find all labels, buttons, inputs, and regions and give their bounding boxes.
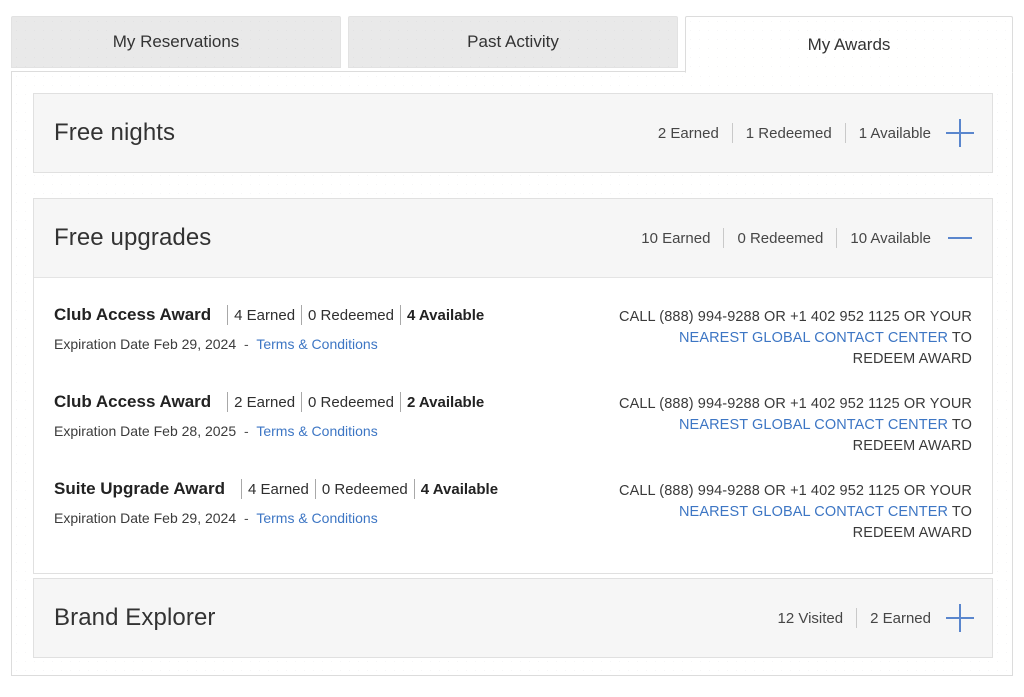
award-separator <box>240 479 242 499</box>
awards-panel: Free nights 2 Earned 1 Redeemed 1 Availa… <box>11 71 1013 676</box>
stat-available: 10 Available <box>850 229 931 247</box>
award-details: Club Access Award 4 Earned 0 Redeemed 4 … <box>54 305 614 352</box>
award-title-line: Club Access Award 2 Earned 0 Redeemed 2 … <box>54 392 614 412</box>
stat-available: 1 Available <box>858 124 931 142</box>
section-free-upgrades: Free upgrades 10 Earned 0 Redeemed 10 Av… <box>33 198 993 574</box>
award-earned: 4 Earned <box>234 307 296 324</box>
section-stats: 10 Earned 0 Redeemed 10 Available <box>628 224 974 252</box>
section-brand-explorer: Brand Explorer 12 Visited 2 Earned <box>33 578 993 658</box>
terms-and-conditions-link[interactable]: Terms & Conditions <box>256 510 377 526</box>
award-separator <box>399 392 401 412</box>
plus-icon[interactable] <box>946 604 974 632</box>
award-separator <box>301 392 303 412</box>
award-name: Suite Upgrade Award <box>54 479 225 498</box>
award-available: 2 Available <box>406 394 485 411</box>
plus-icon[interactable] <box>946 119 974 147</box>
tab-my-awards[interactable]: My Awards <box>685 16 1013 73</box>
stat-redeemed: 1 Redeemed <box>745 124 832 142</box>
expiration-dash: - <box>244 423 249 439</box>
global-contact-center-link[interactable]: NEAREST GLOBAL CONTACT CENTER <box>679 504 948 520</box>
award-separator <box>301 305 303 325</box>
terms-and-conditions-link[interactable]: Terms & Conditions <box>256 423 377 439</box>
award-redeemed: 0 Redeemed <box>308 307 394 324</box>
section-header-free-upgrades[interactable]: Free upgrades 10 Earned 0 Redeemed 10 Av… <box>34 199 992 277</box>
redeem-instructions: CALL (888) 994-9288 OR +1 402 952 1125 O… <box>614 392 972 457</box>
table-row: Club Access Award 4 Earned 0 Redeemed 4 … <box>34 294 992 381</box>
my-awards-page: My Reservations Past Activity My Awards … <box>0 0 1024 697</box>
section-stats: 2 Earned 1 Redeemed 1 Available <box>645 119 974 147</box>
award-separator <box>227 305 229 325</box>
section-stats: 12 Visited 2 Earned <box>765 604 974 632</box>
section-header-brand-explorer[interactable]: Brand Explorer 12 Visited 2 Earned <box>34 579 992 657</box>
award-earned: 4 Earned <box>247 481 309 498</box>
redeem-instructions: CALL (888) 994-9288 OR +1 402 952 1125 O… <box>614 305 972 370</box>
tab-label: My Reservations <box>112 32 240 51</box>
terms-and-conditions-link[interactable]: Terms & Conditions <box>256 336 377 352</box>
global-contact-center-link[interactable]: NEAREST GLOBAL CONTACT CENTER <box>679 417 948 433</box>
tab-bar: My Reservations Past Activity My Awards <box>11 16 1013 73</box>
section-free-nights: Free nights 2 Earned 1 Redeemed 1 Availa… <box>33 93 993 173</box>
minus-icon[interactable] <box>946 224 974 252</box>
section-title: Free upgrades <box>54 224 212 251</box>
table-row: Suite Upgrade Award 4 Earned 0 Redeemed … <box>34 468 992 555</box>
award-separator <box>399 305 401 325</box>
redeem-text-before: CALL (888) 994-9288 OR +1 402 952 1125 O… <box>619 309 972 325</box>
section-header-free-nights[interactable]: Free nights 2 Earned 1 Redeemed 1 Availa… <box>34 94 992 172</box>
award-title-line: Suite Upgrade Award 4 Earned 0 Redeemed … <box>54 479 614 499</box>
award-name: Club Access Award <box>54 392 212 411</box>
award-expiration-line: Expiration Date Feb 28, 2025 - Terms & C… <box>54 423 614 439</box>
tab-my-reservations[interactable]: My Reservations <box>11 16 341 68</box>
tab-label: My Awards <box>807 34 891 54</box>
award-available: 4 Available <box>420 481 499 498</box>
award-details: Suite Upgrade Award 4 Earned 0 Redeemed … <box>54 479 614 526</box>
expiration-dash: - <box>244 510 249 526</box>
award-separator <box>314 479 316 499</box>
redeem-text-before: CALL (888) 994-9288 OR +1 402 952 1125 O… <box>619 483 972 499</box>
table-row: Club Access Award 2 Earned 0 Redeemed 2 … <box>34 381 992 468</box>
award-expiration-date: Expiration Date Feb 28, 2025 <box>54 423 237 439</box>
award-redeemed: 0 Redeemed <box>321 481 408 498</box>
award-title-line: Club Access Award 4 Earned 0 Redeemed 4 … <box>54 305 614 325</box>
stat-earned: 2 Earned <box>657 124 719 142</box>
award-separator <box>413 479 415 499</box>
tab-past-activity[interactable]: Past Activity <box>348 16 678 68</box>
award-available: 4 Available <box>406 307 485 324</box>
award-expiration-line: Expiration Date Feb 29, 2024 - Terms & C… <box>54 510 614 526</box>
tab-label: Past Activity <box>467 32 559 51</box>
award-details: Club Access Award 2 Earned 0 Redeemed 2 … <box>54 392 614 439</box>
redeem-instructions: CALL (888) 994-9288 OR +1 402 952 1125 O… <box>614 479 972 544</box>
award-expiration-line: Expiration Date Feb 29, 2024 - Terms & C… <box>54 336 614 352</box>
award-earned: 2 Earned <box>234 394 296 411</box>
global-contact-center-link[interactable]: NEAREST GLOBAL CONTACT CENTER <box>679 330 948 346</box>
stat-earned: 2 Earned <box>870 609 931 627</box>
award-expiration-date: Expiration Date Feb 29, 2024 <box>54 336 237 352</box>
award-expiration-date: Expiration Date Feb 29, 2024 <box>54 510 237 526</box>
stat-redeemed: 0 Redeemed <box>737 229 824 247</box>
expiration-dash: - <box>244 336 249 352</box>
redeem-text-before: CALL (888) 994-9288 OR +1 402 952 1125 O… <box>619 396 972 412</box>
award-name: Club Access Award <box>54 305 212 324</box>
section-title: Brand Explorer <box>54 604 216 631</box>
award-separator <box>227 392 229 412</box>
award-list: Club Access Award 4 Earned 0 Redeemed 4 … <box>34 277 992 573</box>
stat-visited: 12 Visited <box>777 609 844 627</box>
section-title: Free nights <box>54 119 176 146</box>
stat-earned: 10 Earned <box>641 229 711 247</box>
award-redeemed: 0 Redeemed <box>308 394 394 411</box>
